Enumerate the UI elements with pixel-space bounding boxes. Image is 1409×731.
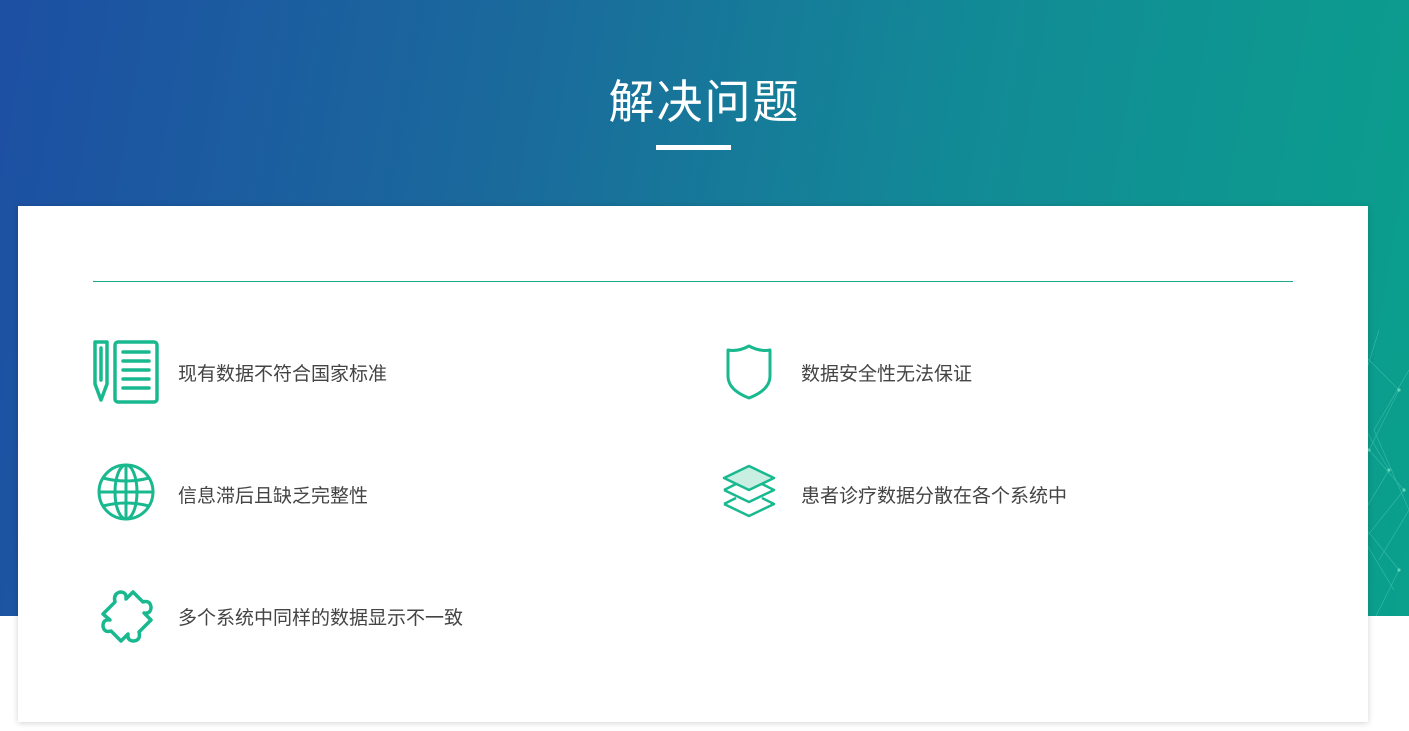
layers-icon (716, 460, 786, 530)
shield-icon (716, 338, 786, 408)
problem-label: 信息滞后且缺乏完整性 (178, 485, 369, 507)
problem-label: 现有数据不符合国家标准 (178, 363, 388, 385)
section-title: 解决问题 (608, 75, 801, 129)
puzzle-icon (93, 582, 163, 652)
problems-card: 现有数据不符合国家标准 数据安全性无法保证 信息滞后且缺乏完整性 患者诊疗数据分… (18, 206, 1368, 722)
card-divider (93, 281, 1293, 282)
title-underline (656, 145, 731, 150)
problem-label: 患者诊疗数据分散在各个系统中 (801, 485, 1068, 507)
document-pencil-icon (93, 338, 163, 408)
globe-icon (93, 460, 163, 530)
problem-label: 多个系统中同样的数据显示不一致 (178, 607, 464, 629)
problem-label: 数据安全性无法保证 (801, 363, 973, 385)
